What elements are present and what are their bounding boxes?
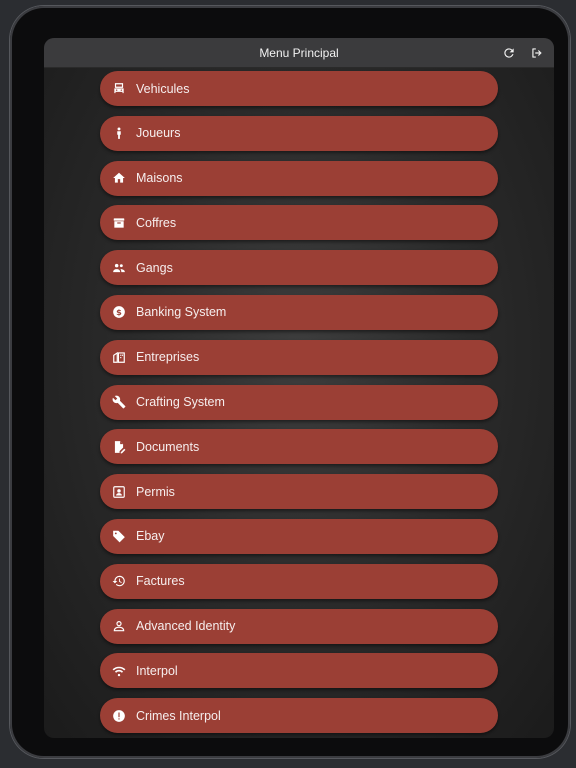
- app-bar-actions: [500, 38, 546, 67]
- menu-item-maisons[interactable]: Maisons: [100, 160, 498, 196]
- tablet-frame: Menu Principal Vehicules Joueurs Maisons Co…: [10, 6, 570, 758]
- tag-icon: [111, 528, 127, 544]
- menu-item-entreprises[interactable]: Entreprises: [100, 339, 498, 375]
- refresh-icon: [504, 47, 514, 58]
- menu-item-label: Crafting System: [136, 395, 225, 410]
- svg-text:$: $: [116, 307, 122, 317]
- menu-item-label: Ebay: [136, 529, 165, 544]
- buildings-icon: [111, 349, 127, 365]
- logout-button[interactable]: [528, 44, 546, 62]
- menu-item-label: Crimes Interpol: [136, 708, 221, 723]
- user-outline-icon: [111, 618, 127, 634]
- person-icon: [111, 125, 127, 141]
- menu-item-ebay[interactable]: Ebay: [100, 518, 498, 554]
- menu-item-label: Gangs: [136, 260, 173, 275]
- menu-item-gangs[interactable]: Gangs: [100, 250, 498, 286]
- logout-icon: [532, 47, 542, 58]
- menu-item-permis[interactable]: Permis: [100, 474, 498, 510]
- wifi-signal-icon: [111, 663, 127, 679]
- menu-item-coffres[interactable]: Coffres: [100, 205, 498, 241]
- app-screen: Menu Principal Vehicules Joueurs Maisons Co…: [44, 38, 554, 738]
- dollar-coin-icon: $: [111, 304, 127, 320]
- menu-item-label: Permis: [136, 484, 175, 499]
- menu-item-interpol[interactable]: Interpol: [100, 653, 498, 689]
- menu-item-label: Joueurs: [136, 126, 181, 141]
- app-bar: Menu Principal: [44, 38, 554, 68]
- menu-item-vehicules[interactable]: Vehicules: [100, 71, 498, 106]
- menu-item-label: Factures: [136, 574, 185, 589]
- menu-item-label: Entreprises: [136, 350, 200, 365]
- alert-circle-icon: [111, 708, 127, 724]
- menu-item-joueurs[interactable]: Joueurs: [100, 115, 498, 151]
- group-icon: [111, 260, 127, 276]
- menu-item-label: Coffres: [136, 215, 177, 230]
- menu-item-crafting-system[interactable]: Crafting System: [100, 384, 498, 420]
- wrench-icon: [111, 394, 127, 410]
- refresh-button[interactable]: [500, 44, 518, 62]
- archive-box-icon: [111, 215, 127, 231]
- document-edit-icon: [111, 439, 127, 455]
- id-card-icon: [111, 484, 127, 500]
- menu-item-advanced-identity[interactable]: Advanced Identity: [100, 608, 498, 644]
- history-icon: [111, 573, 127, 589]
- main-menu: Vehicules Joueurs Maisons Coffres Gangs $ Bank…: [100, 71, 498, 738]
- menu-item-banking-system[interactable]: $ Banking System: [100, 294, 498, 330]
- menu-item-label: Vehicules: [136, 81, 190, 96]
- menu-item-documents[interactable]: Documents: [100, 429, 498, 465]
- car-icon: [111, 81, 127, 97]
- menu-item-label: Advanced Identity: [136, 619, 236, 634]
- menu-item-label: Banking System: [136, 305, 227, 320]
- home-icon: [111, 170, 127, 186]
- menu-item-label: Documents: [136, 439, 200, 454]
- page-title: Menu Principal: [259, 45, 339, 60]
- menu-item-label: Maisons: [136, 171, 183, 186]
- menu-item-factures[interactable]: Factures: [100, 563, 498, 599]
- menu-item-label: Interpol: [136, 663, 178, 678]
- menu-item-crimes-interpol[interactable]: Crimes Interpol: [100, 698, 498, 734]
